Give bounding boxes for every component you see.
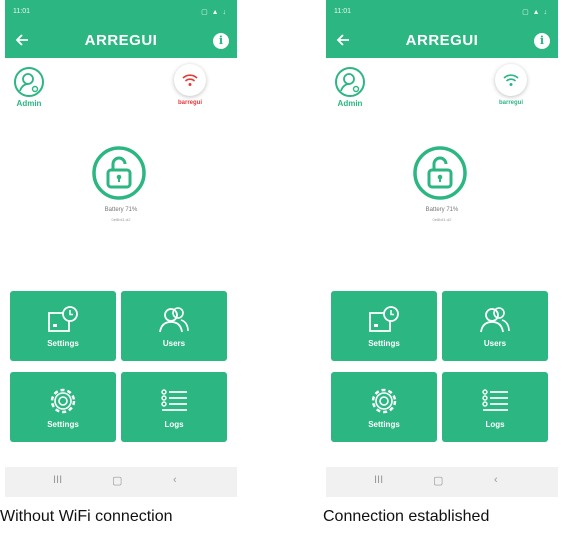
phone-screen-left: 11:01 ▢ ▲ ↓ ARREGUI i Admin barregui Bat… xyxy=(5,0,237,497)
tile-label: Logs xyxy=(164,420,184,429)
lock-button[interactable] xyxy=(412,145,468,201)
clock-screen-icon xyxy=(331,303,437,337)
app-title: ARREGUI xyxy=(405,32,479,49)
status-bar: 11:01 ▢ ▲ ↓ xyxy=(326,0,558,24)
wifi-status[interactable]: barregui xyxy=(163,64,217,106)
wifi-icon xyxy=(174,64,206,96)
users-tile[interactable]: Users xyxy=(121,291,227,361)
app-bar: ARREGUI i xyxy=(5,24,237,58)
logs-tile[interactable]: Logs xyxy=(121,372,227,442)
wifi-status[interactable]: barregui xyxy=(484,64,538,106)
recent-apps-icon[interactable]: III xyxy=(53,474,62,486)
info-icon[interactable]: i xyxy=(213,33,229,49)
tile-label: Users xyxy=(483,339,507,348)
status-time: 11:01 xyxy=(334,8,351,15)
wifi-label: barregui xyxy=(177,100,202,106)
tile-label: Logs xyxy=(485,420,505,429)
home-icon[interactable]: ▢ xyxy=(433,474,443,487)
tile-label: Settings xyxy=(47,339,79,348)
status-bar: 11:01 ▢ ▲ ↓ xyxy=(5,0,237,24)
settings-clock-tile[interactable]: Settings xyxy=(331,291,437,361)
logs-tile[interactable]: Logs xyxy=(442,372,548,442)
settings-gear-tile[interactable]: Settings xyxy=(10,372,116,442)
android-nav-bar: III ▢ ‹ xyxy=(326,467,558,497)
tile-label: Settings xyxy=(368,339,400,348)
wifi-label: barregui xyxy=(498,100,523,106)
padlock-icon xyxy=(413,146,467,200)
list-icon xyxy=(442,384,548,418)
info-icon[interactable]: i xyxy=(534,33,550,49)
status-time: 11:01 xyxy=(13,8,30,15)
status-icons: ▢ ▲ ↓ xyxy=(201,9,227,16)
user-avatar-icon xyxy=(13,66,45,98)
device-id: 0e8b41:d2 xyxy=(111,217,131,222)
tile-label: Users xyxy=(162,339,186,348)
caption-without-wifi: Without WiFi connection xyxy=(0,508,173,525)
clock-screen-icon xyxy=(10,303,116,337)
padlock-icon xyxy=(92,146,146,200)
settings-gear-tile[interactable]: Settings xyxy=(331,372,437,442)
battery-text: Battery 71% xyxy=(425,207,459,213)
admin-user[interactable]: Admin xyxy=(330,66,370,108)
status-icons: ▢ ▲ ↓ xyxy=(522,9,548,16)
users-icon xyxy=(442,303,548,337)
user-label: Admin xyxy=(16,99,42,108)
users-tile[interactable]: Users xyxy=(442,291,548,361)
wifi-icon xyxy=(495,64,527,96)
android-nav-bar: III ▢ ‹ xyxy=(5,467,237,497)
battery-text: Battery 71% xyxy=(104,207,138,213)
home-icon[interactable]: ▢ xyxy=(112,474,122,487)
app-bar: ARREGUI i xyxy=(326,24,558,58)
recent-apps-icon[interactable]: III xyxy=(374,474,383,486)
caption-connection-established: Connection established xyxy=(323,508,490,525)
app-title: ARREGUI xyxy=(84,32,158,49)
phone-screen-right: 11:01 ▢ ▲ ↓ ARREGUI i Admin barregui Bat… xyxy=(326,0,558,497)
device-id: 0e8b41:d2 xyxy=(432,217,452,222)
users-icon xyxy=(121,303,227,337)
user-avatar-icon xyxy=(334,66,366,98)
admin-user[interactable]: Admin xyxy=(9,66,49,108)
gear-icon xyxy=(331,384,437,418)
back-icon[interactable]: ‹ xyxy=(173,474,177,486)
list-icon xyxy=(121,384,227,418)
gear-icon xyxy=(10,384,116,418)
back-icon[interactable]: ‹ xyxy=(494,474,498,486)
tile-label: Settings xyxy=(368,420,400,429)
user-label: Admin xyxy=(337,99,363,108)
tile-label: Settings xyxy=(47,420,79,429)
settings-clock-tile[interactable]: Settings xyxy=(10,291,116,361)
lock-button[interactable] xyxy=(91,145,147,201)
